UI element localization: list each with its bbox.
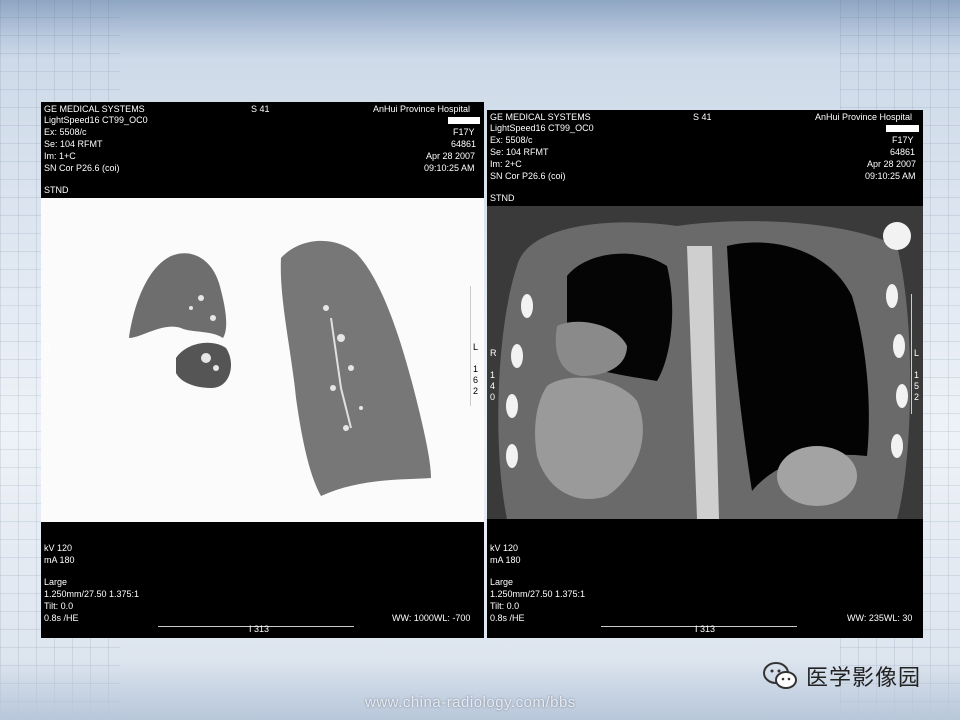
kv-label: kV 120	[44, 543, 73, 553]
side-num-r3: 2	[473, 386, 479, 396]
logo-text: 医学影像园	[806, 666, 922, 691]
orientation-r: R	[490, 348, 497, 358]
manufacturer-label: GE MEDICAL SYSTEMS	[490, 112, 591, 122]
plane-label: SN Cor P26.6 (coi)	[490, 171, 566, 181]
hospital-label: AnHui Province Hospital	[373, 104, 471, 114]
tilt-label: Tilt: 0.0	[490, 601, 520, 611]
thickness-label: 1.250mm/27.50 1.375:1	[44, 589, 140, 599]
thickness-label: 1.250mm/27.50 1.375:1	[490, 589, 586, 599]
series-label: Se: 104 RFMT	[490, 147, 549, 157]
side-num-2: 4	[490, 381, 496, 391]
wechat-logo: 医学影像园	[762, 660, 921, 692]
side-num-3: 0	[490, 392, 496, 402]
patient-id-label: 64861	[890, 147, 916, 157]
slide-header-band	[0, 0, 960, 58]
redaction-bar	[448, 117, 480, 124]
series-number-label: S 41	[693, 112, 712, 122]
mediastinal-window-image	[487, 206, 923, 519]
watermark-url: www.china-radiology.com/bbs	[365, 694, 576, 711]
fov-label: Large	[44, 577, 68, 587]
side-num-r1: 1	[914, 370, 920, 380]
scale-label: I 313	[249, 624, 270, 634]
orientation-l: L	[914, 348, 920, 358]
side-num-1: 1	[490, 370, 496, 380]
side-num-r2: 6	[473, 375, 479, 385]
patient-id-label: 64861	[451, 139, 477, 149]
hospital-label: AnHui Province Hospital	[815, 112, 913, 122]
patient-label: F17Y	[453, 127, 475, 137]
side-num-r2: 5	[914, 381, 920, 391]
exam-label: Ex: 5508/c	[490, 135, 533, 145]
fov-label: Large	[490, 577, 514, 587]
lung-window-svg	[129, 240, 431, 496]
image-label: Im: 2+C	[490, 159, 522, 169]
orientation-r: R	[44, 342, 51, 352]
lung-window-image	[41, 198, 484, 522]
ma-label: mA 180	[44, 555, 75, 565]
time-label: 09:10:25 AM	[424, 163, 475, 173]
side-num-2: 4	[44, 375, 50, 385]
exam-label: Ex: 5508/c	[44, 127, 87, 137]
kv-label: kV 120	[490, 543, 519, 553]
redaction-bar	[886, 125, 919, 132]
wechat-icon	[763, 662, 797, 689]
image-label: Im: 1+C	[44, 151, 76, 161]
side-num-1: 1	[44, 364, 50, 374]
patient-label: F17Y	[892, 135, 914, 145]
ma-label: mA 180	[490, 555, 521, 565]
side-ruler	[464, 286, 471, 406]
model-label: LightSpeed16 CT99_OC0	[44, 115, 148, 125]
series-number-label: S 41	[251, 104, 270, 114]
side-ruler	[905, 294, 912, 414]
tilt-label: Tilt: 0.0	[44, 601, 74, 611]
side-num-3: 0	[44, 386, 50, 396]
side-num-r1: 1	[473, 364, 479, 374]
ct-scan-lung-window: GE MEDICAL SYSTEMS S 41 AnHui Province H…	[41, 102, 484, 638]
kernel-label: STND	[490, 193, 515, 203]
date-label: Apr 28 2007	[426, 151, 476, 161]
time-label: 09:10:25 AM	[865, 171, 916, 181]
date-label: Apr 28 2007	[867, 159, 917, 169]
window-level-label: WW: 1000WL: -700	[392, 613, 471, 623]
ct-scan-mediastinal-window: GE MEDICAL SYSTEMS S 41 AnHui Province H…	[487, 110, 923, 638]
manufacturer-label: GE MEDICAL SYSTEMS	[44, 104, 145, 114]
rotation-label: 0.8s /HE	[44, 613, 79, 623]
window-level-label: WW: 235WL: 30	[847, 613, 913, 623]
plane-label: SN Cor P26.6 (coi)	[44, 163, 120, 173]
scale-label: I 313	[695, 624, 716, 634]
rotation-label: 0.8s /HE	[490, 613, 525, 623]
side-num-r3: 2	[914, 392, 920, 402]
model-label: LightSpeed16 CT99_OC0	[490, 123, 594, 133]
series-label: Se: 104 RFMT	[44, 139, 103, 149]
mediastinal-window-svg	[487, 206, 923, 519]
kernel-label: STND	[44, 185, 69, 195]
orientation-l: L	[473, 342, 479, 352]
